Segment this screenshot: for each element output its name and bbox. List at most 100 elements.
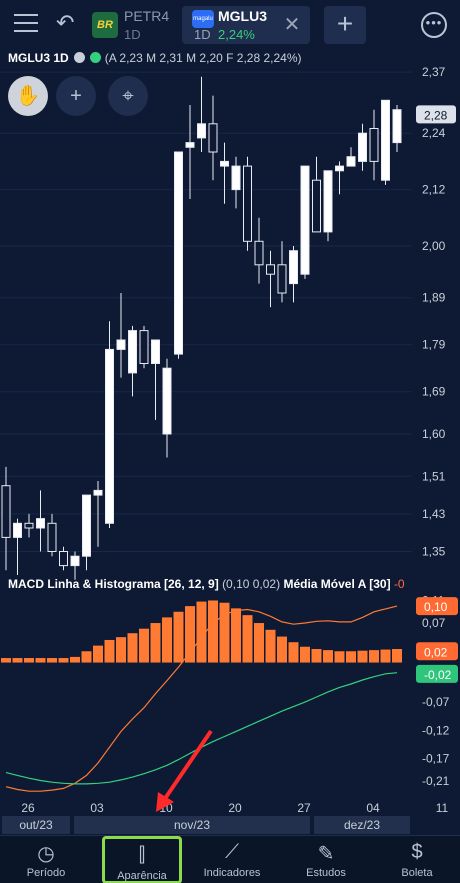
histogram-bar <box>12 658 23 663</box>
histogram-bar <box>392 649 402 663</box>
time-tick-label: 03 <box>90 801 104 815</box>
price-tick-label: 1,89 <box>422 291 446 305</box>
candle-body <box>13 522 22 538</box>
candles-icon: ⫿ <box>138 844 146 866</box>
macd-pane <box>1 600 402 792</box>
histogram-bar <box>24 658 34 663</box>
bottom-nav: ◷ Período ⫿ Aparência ⟋ Indicadores ✎ Es… <box>0 835 460 883</box>
histogram-bar <box>173 611 184 663</box>
time-tick-label: 11 <box>436 801 449 815</box>
candle-body <box>24 522 34 529</box>
histogram-bar <box>323 650 333 663</box>
time-tick-label: 20 <box>228 801 242 815</box>
nav-estudos[interactable]: ✎ Estudos <box>280 836 372 883</box>
time-axis: 26 03 10 20 27 04 11 <box>21 801 448 815</box>
histogram-bar <box>81 651 92 663</box>
candle-body <box>116 339 126 350</box>
month-label: nov/23 <box>74 816 310 834</box>
price-tick-label: 2,00 <box>422 239 446 253</box>
macd-tick-label: -0,12 <box>422 723 450 737</box>
histogram-bar <box>185 606 195 663</box>
nav-periodo[interactable]: ◷ Período <box>0 836 92 883</box>
price-tick-label: 2,12 <box>422 183 446 197</box>
histogram-bar <box>35 658 46 663</box>
nav-indicadores[interactable]: ⟋ Indicadores <box>186 836 278 883</box>
nav-label: Aparência <box>117 870 167 882</box>
time-tick-label: 04 <box>366 801 380 815</box>
time-tick-label: 26 <box>21 801 35 815</box>
month-strip: out/23 nov/23 dez/23 <box>0 816 460 834</box>
candle-body <box>220 160 229 167</box>
candle-body <box>266 264 275 275</box>
month-label: out/23 <box>2 816 70 834</box>
histogram-bar <box>300 646 310 663</box>
histogram-bar <box>231 608 241 663</box>
histogram-bar <box>93 645 103 663</box>
dollar-icon: $ <box>411 841 423 863</box>
nav-aparencia[interactable]: ⫿ Aparência <box>102 836 182 883</box>
candle-body <box>1 485 11 538</box>
candle-body <box>208 123 218 153</box>
time-tick-label: 27 <box>297 801 311 815</box>
macd-badge-label: -0,02 <box>424 668 452 682</box>
last-price-label: 2,28 <box>424 108 448 122</box>
price-tick-label: 1,79 <box>422 338 446 352</box>
signal-line <box>5 672 398 785</box>
candle-body <box>335 165 344 172</box>
price-axis: 2,37 2,24 2,12 2,00 1,89 1,79 1,69 1,60 1,51 1,43… <box>416 65 456 559</box>
macd-tick-label: -0,21 <box>422 774 450 788</box>
price-tick-label: 2,24 <box>422 126 446 140</box>
histogram-bar <box>70 656 80 663</box>
candle-body <box>243 165 252 242</box>
macd-axis: 0,110,070,02-0,02-0,07-0,12-0,17-0,210,1… <box>416 593 458 788</box>
histogram-bar <box>150 623 161 663</box>
candle-body <box>185 142 195 148</box>
nav-label: Indicadores <box>203 867 261 879</box>
macd-badge-label: 0,10 <box>424 600 448 614</box>
candle-body <box>70 555 80 567</box>
nav-label: Boleta <box>401 867 433 879</box>
price-tick-label: 1,69 <box>422 385 446 399</box>
candle-body <box>346 156 356 167</box>
candles <box>1 76 402 580</box>
histogram-bar <box>254 623 264 663</box>
macd-legend: MACD Linha & Histograma [26, 12, 9] (0,1… <box>8 577 405 591</box>
histogram-bar <box>104 639 115 663</box>
chart-canvas[interactable]: 2,37 2,24 2,12 2,00 1,89 1,79 1,69 1,60 1,51 1,43… <box>0 0 460 835</box>
macd-badge-label: 0,02 <box>424 645 448 659</box>
price-tick-label: 1,51 <box>422 469 446 483</box>
candle-body <box>151 339 160 364</box>
histogram-bar <box>1 658 11 663</box>
time-tick-label: 10 <box>159 801 173 815</box>
histogram-bar <box>311 649 322 663</box>
histogram-bar <box>346 651 356 663</box>
candle-body <box>128 330 137 374</box>
pencil-icon: ✎ <box>317 843 335 865</box>
macd-title: MACD Linha & Histograma [26, 12, 9] <box>8 577 219 591</box>
candle-body <box>254 240 264 266</box>
ma-title: Média Móvel A [30] <box>283 577 391 591</box>
macd-tick-label: -0,17 <box>422 751 450 765</box>
candle-body <box>47 522 57 552</box>
histogram-bar <box>162 617 172 663</box>
nav-label: Estudos <box>306 867 346 879</box>
candle-body <box>197 123 206 139</box>
nav-label: Período <box>26 867 66 879</box>
histogram-bar <box>242 615 253 663</box>
histogram-bar <box>219 602 230 663</box>
price-tick-label: 1,60 <box>422 427 446 441</box>
histogram-bar <box>277 636 287 663</box>
macd-tick-label: -0,07 <box>422 695 450 709</box>
histogram-bar <box>357 650 368 663</box>
candle-body <box>174 151 183 355</box>
candle-body <box>289 250 298 285</box>
candle-body <box>358 132 367 162</box>
histogram-bar <box>334 651 345 663</box>
candle-body <box>93 489 103 496</box>
clock-icon: ◷ <box>37 843 55 865</box>
candle-body <box>323 170 333 233</box>
histogram-bar <box>47 658 57 663</box>
histogram-bar <box>380 649 391 663</box>
nav-boleta[interactable]: $ Boleta <box>374 836 460 883</box>
candle-body <box>162 367 172 435</box>
